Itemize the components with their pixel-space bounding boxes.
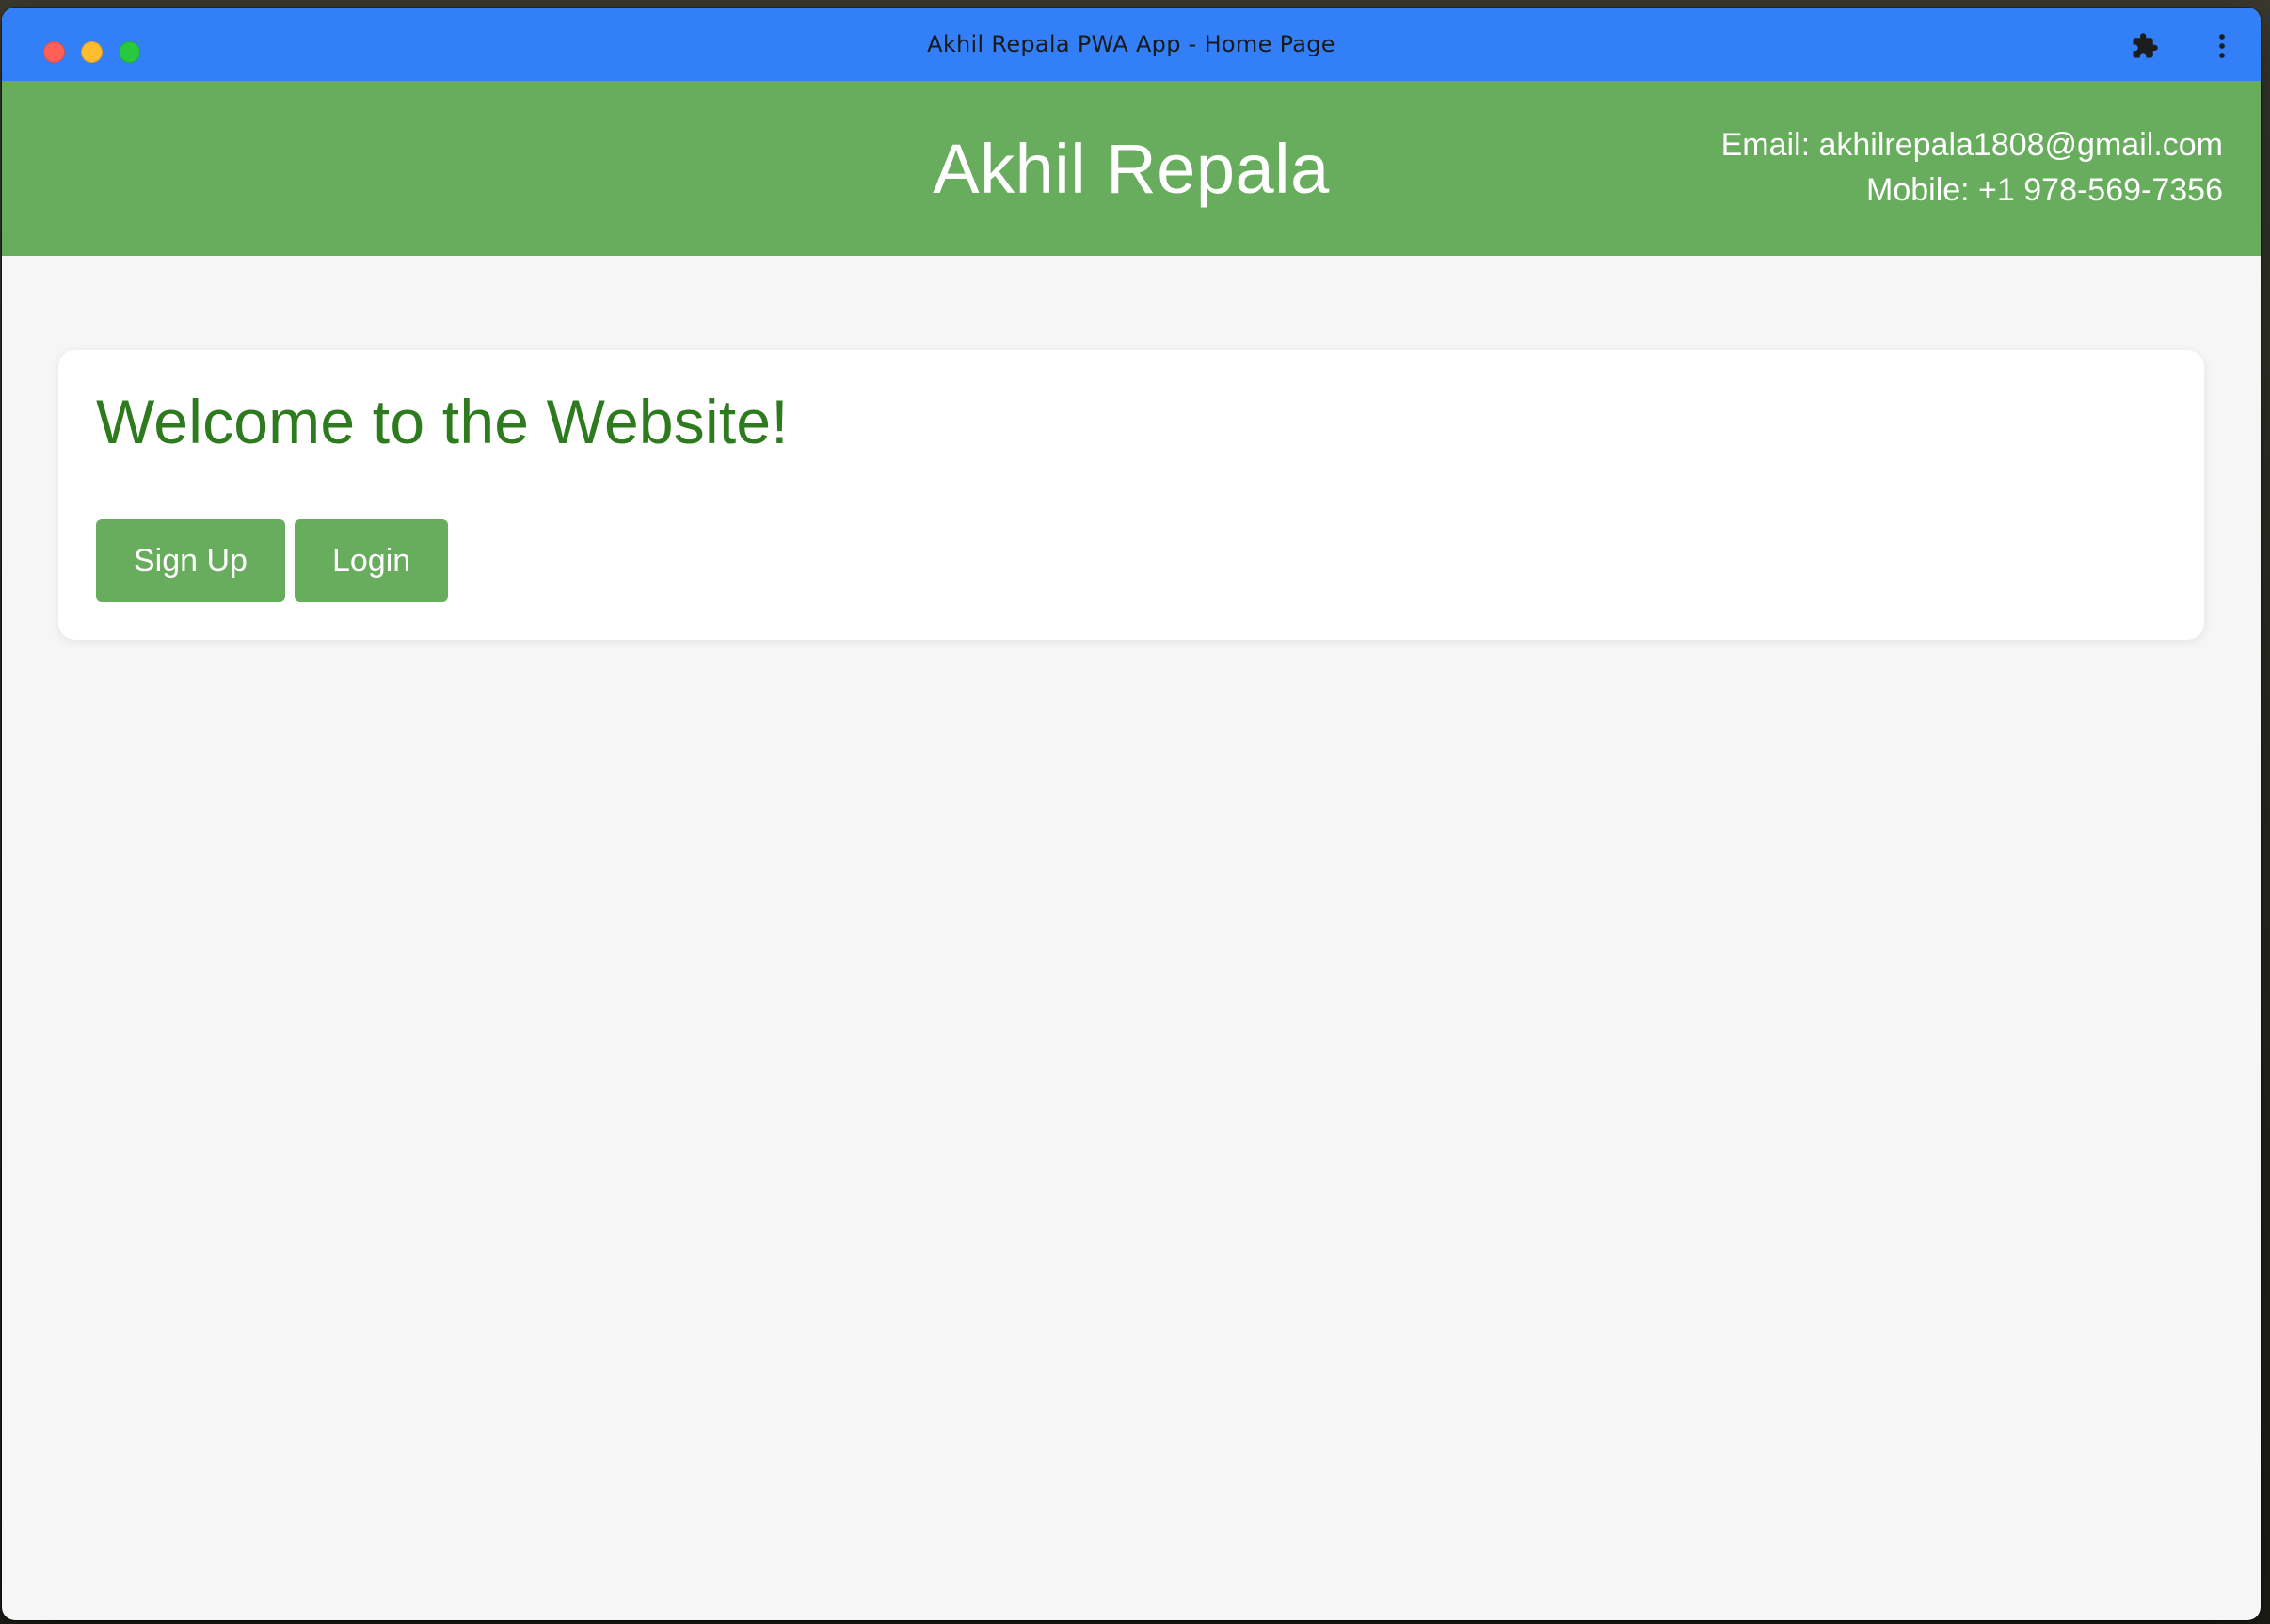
titlebar-actions — [2129, 30, 2238, 62]
contact-info: Email: akhilrepala1808@gmail.com Mobile:… — [1721, 122, 2223, 213]
main-content: Welcome to the Website! Sign Up Login — [2, 256, 2261, 640]
contact-email: Email: akhilrepala1808@gmail.com — [1720, 127, 2223, 163]
kebab-menu-icon[interactable] — [2206, 30, 2238, 62]
window-titlebar[interactable]: Akhil Repala PWA App - Home Page — [2, 8, 2261, 81]
welcome-card: Welcome to the Website! Sign Up Login — [58, 350, 2204, 640]
window-title: Akhil Repala PWA App - Home Page — [927, 31, 1335, 57]
site-header: Akhil Repala Email: akhilrepala1808@gmai… — [2, 81, 2261, 256]
login-button[interactable]: Login — [294, 519, 449, 602]
auth-button-row: Sign Up Login — [96, 519, 2166, 602]
sign-up-button[interactable]: Sign Up — [96, 519, 285, 602]
maximize-window-button[interactable] — [119, 41, 140, 63]
desktop-background: Akhil Repala PWA App - Home Page Akhil R… — [0, 0, 2270, 1624]
minimize-window-button[interactable] — [81, 41, 103, 63]
site-title: Akhil Repala — [933, 129, 1330, 208]
app-window: Akhil Repala PWA App - Home Page Akhil R… — [2, 8, 2261, 1620]
welcome-heading: Welcome to the Website! — [96, 387, 789, 456]
contact-mobile: Mobile: +1 978-569-7356 — [1866, 172, 2223, 208]
traffic-lights — [43, 41, 140, 63]
puzzle-extension-icon[interactable] — [2129, 30, 2161, 62]
close-window-button[interactable] — [43, 41, 65, 63]
